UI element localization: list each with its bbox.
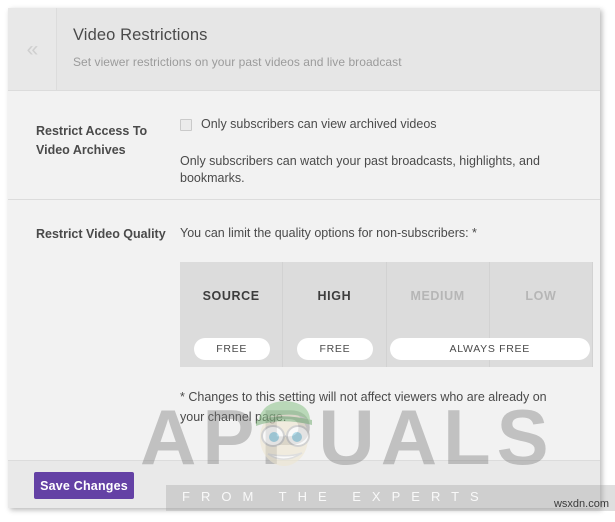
quality-footnote: * Changes to this setting will not affec…: [180, 390, 547, 424]
section-restrict-quality: Restrict Video Quality You can limit the…: [8, 200, 600, 460]
quality-intro-text: You can limit the quality options for no…: [180, 226, 477, 240]
save-changes-button[interactable]: Save Changes: [34, 472, 134, 499]
pill-cell-medium-low: ALWAYS FREE: [387, 338, 594, 361]
section-restrict-archives: Restrict Access To Video Archives Only s…: [8, 91, 600, 199]
pill-high-free[interactable]: FREE: [296, 338, 373, 361]
section-content-quality: You can limit the quality options for no…: [180, 225, 593, 427]
quality-tier-table: SOURCE HIGH MEDIUM LOW FREE FREE ALWAYS …: [180, 262, 594, 368]
section-label-quality: Restrict Video Quality: [36, 227, 166, 241]
quality-header-source: SOURCE: [202, 289, 260, 304]
section-content-archives: Only subscribers can view archived video…: [180, 117, 582, 187]
archives-help-text: Only subscribers can watch your past bro…: [180, 154, 540, 185]
subscribers-only-label: Only subscribers can view archived video…: [201, 117, 437, 131]
section-label-archives: Restrict Access To Video Archives: [36, 124, 148, 158]
panel-footer: Save Changes: [8, 460, 600, 508]
page-subtitle: Set viewer restrictions on your past vid…: [73, 54, 402, 69]
pill-always-free[interactable]: ALWAYS FREE: [389, 338, 590, 361]
pill-source-free[interactable]: FREE: [193, 338, 270, 361]
chevrons-left-icon[interactable]: «: [8, 8, 56, 90]
subscribers-only-row: Only subscribers can view archived video…: [180, 117, 582, 132]
quality-header-medium: MEDIUM: [410, 289, 465, 304]
subscribers-only-checkbox[interactable]: [180, 119, 192, 131]
page-title: Video Restrictions: [73, 26, 208, 44]
collapse-rail[interactable]: «: [8, 8, 57, 90]
screenshot-root: « Video Restrictions Set viewer restrict…: [0, 0, 615, 522]
quality-header-low: LOW: [525, 289, 557, 304]
video-restrictions-panel: « Video Restrictions Set viewer restrict…: [8, 8, 600, 508]
panel-header: Video Restrictions Set viewer restrictio…: [57, 8, 600, 90]
quality-header-high: HIGH: [317, 289, 352, 304]
